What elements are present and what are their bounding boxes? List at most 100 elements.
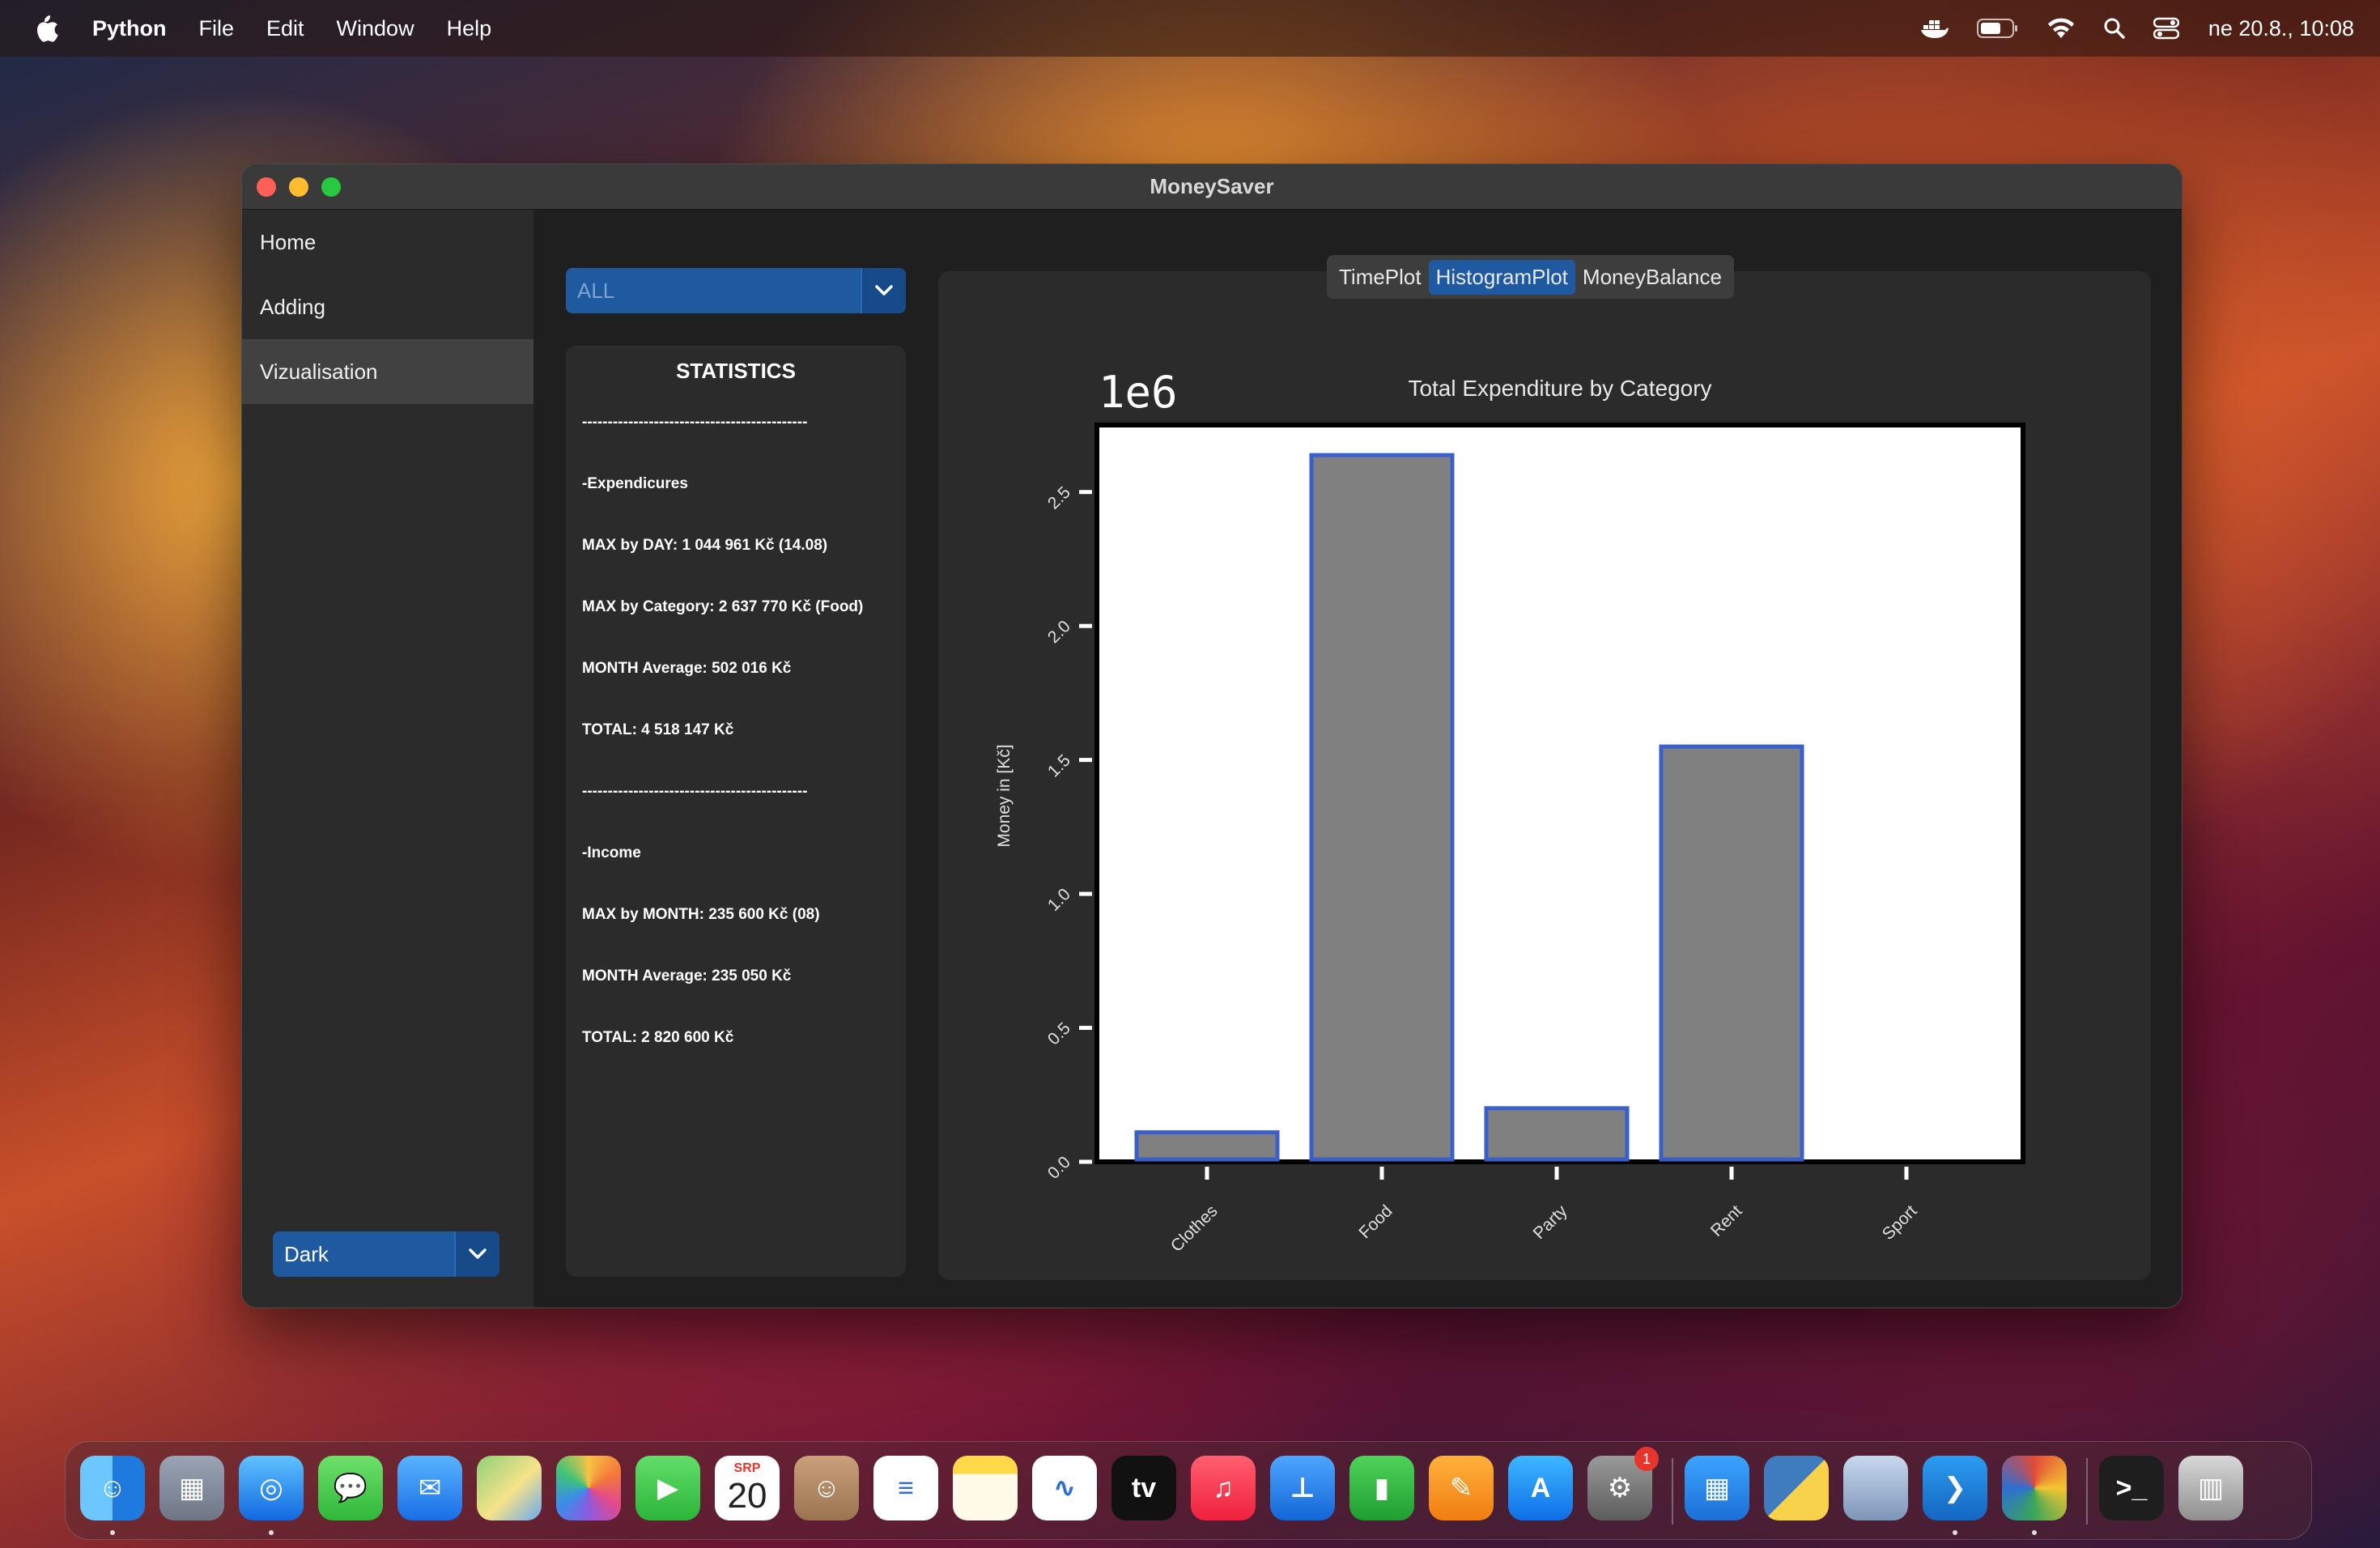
menu-window[interactable]: Window: [337, 16, 414, 41]
minimize-window-button[interactable]: [289, 177, 308, 197]
statistics-max-by-month: MAX by MONTH: 235 600 Kč (08): [582, 906, 820, 923]
sidebar-item-adding[interactable]: Adding: [242, 274, 533, 339]
statistics-divider: ----------------------------------------…: [582, 414, 808, 431]
dock-separator: [1672, 1458, 1673, 1525]
docker-status-icon[interactable]: [1920, 17, 1949, 40]
mail-icon[interactable]: ✉: [397, 1456, 462, 1520]
bar-rent: [1659, 744, 1804, 1162]
y-tick-label: 0.5: [1044, 1019, 1074, 1048]
battery-icon[interactable]: [1976, 18, 2019, 39]
tv-icon[interactable]: tv: [1111, 1456, 1176, 1520]
x-tick-label: Food: [1355, 1201, 1396, 1242]
status-area: ne 20.8., 10:08: [1893, 0, 2354, 57]
vscode-icon[interactable]: ❯: [1923, 1456, 1987, 1520]
finder-glyph: ☺: [98, 1472, 127, 1503]
freeform-icon[interactable]: ∿: [1032, 1456, 1097, 1520]
menu-file[interactable]: File: [199, 16, 235, 41]
safari-glyph: ◎: [259, 1473, 283, 1503]
window-controls: [257, 177, 354, 197]
numbers-icon[interactable]: ▮: [1349, 1456, 1414, 1520]
menu-edit[interactable]: Edit: [266, 16, 304, 41]
wifi-icon[interactable]: [2046, 17, 2076, 40]
facetime-glyph: ▶: [657, 1473, 679, 1503]
messages-glyph: 💬: [333, 1473, 368, 1503]
finder-icon[interactable]: ☺: [80, 1456, 145, 1520]
docker-glyph: ▦: [1703, 1473, 1731, 1503]
y-tick-label: 2.0: [1044, 617, 1074, 647]
y-axis-label: Money in [Kč]: [995, 744, 1014, 847]
photos-icon[interactable]: [556, 1456, 621, 1520]
tab-moneybalance[interactable]: MoneyBalance: [1575, 260, 1729, 295]
theme-select[interactable]: Dark: [273, 1231, 499, 1277]
numbers-glyph: ▮: [1374, 1473, 1390, 1503]
messages-icon[interactable]: 💬: [318, 1456, 383, 1520]
notes-icon[interactable]: [953, 1456, 1018, 1520]
statistics-income-heading: -Income: [582, 844, 641, 861]
category-filter-select[interactable]: ALL: [566, 268, 906, 313]
reminders-glyph: ≡: [898, 1472, 914, 1503]
close-window-button[interactable]: [257, 177, 276, 197]
x-tick-label: Rent: [1707, 1201, 1746, 1240]
plot-panel: 1e6 Total Expenditure by Category Money …: [938, 255, 2151, 1280]
statistics-expense-total: TOTAL: 4 518 147 Kč: [582, 721, 734, 738]
trash-glyph: ▥: [2197, 1473, 2225, 1503]
statistics-max-by-day: MAX by DAY: 1 044 961 Kč (14.08): [582, 537, 828, 554]
y-tick-label: 0.0: [1044, 1153, 1074, 1183]
pinwheel-icon[interactable]: [2002, 1456, 2067, 1520]
moneysaver-window: MoneySaver Home Adding Vizualisation Dar…: [241, 164, 2182, 1308]
tab-histogramplot[interactable]: HistogramPlot: [1428, 259, 1575, 295]
chevron-down-icon[interactable]: [454, 1231, 499, 1277]
y-tick-label: 1.5: [1044, 751, 1074, 781]
music-icon[interactable]: ♫: [1191, 1456, 1256, 1520]
docker-icon[interactable]: ▦: [1685, 1456, 1749, 1520]
statistics-max-by-category: MAX by Category: 2 637 770 Kč (Food): [582, 598, 864, 615]
sidebar: Home Adding Vizualisation Dark: [242, 210, 533, 1308]
freeform-glyph: ∿: [1052, 1473, 1077, 1503]
facetime-icon[interactable]: ▶: [635, 1456, 700, 1520]
system-settings-glyph: ⚙: [1607, 1473, 1633, 1503]
terminal-icon[interactable]: >_: [2099, 1456, 2164, 1520]
tab-timeplot[interactable]: TimePlot: [1332, 260, 1429, 295]
preview-icon[interactable]: [1843, 1456, 1908, 1520]
keynote-glyph: ⊥: [1290, 1473, 1315, 1503]
contacts-icon[interactable]: ☺: [794, 1456, 859, 1520]
statistics-heading: STATISTICS: [676, 359, 796, 383]
apple-menu-icon[interactable]: [31, 12, 60, 45]
x-tick-label: Sport: [1879, 1201, 1921, 1244]
title-bar[interactable]: MoneySaver: [242, 164, 2182, 210]
plot-area: [1094, 423, 2025, 1164]
spotlight-search-icon[interactable]: [2103, 17, 2126, 40]
sidebar-item-label: Adding: [260, 294, 325, 319]
chart-title: Total Expenditure by Category: [1408, 376, 1711, 401]
safari-icon[interactable]: ◎: [239, 1456, 304, 1520]
sidebar-item-vizualisation[interactable]: Vizualisation: [242, 339, 533, 404]
statistics-divider: ----------------------------------------…: [582, 783, 808, 800]
app-store-icon[interactable]: A: [1508, 1456, 1573, 1520]
x-ticks: Clothes Food Party Rent Sport: [1167, 1167, 1921, 1256]
keynote-icon[interactable]: ⊥: [1270, 1456, 1335, 1520]
statistics-lines: ----------------------------------------…: [582, 414, 898, 1091]
notification-badge: 1: [1634, 1447, 1659, 1471]
contacts-glyph: ☺: [812, 1472, 841, 1503]
launchpad-icon[interactable]: ▦: [159, 1456, 224, 1520]
trash-icon[interactable]: ▥: [2178, 1456, 2243, 1520]
terminal-glyph: >_: [2115, 1472, 2148, 1503]
axis-offset-label: 1e6: [1099, 367, 1178, 418]
y-ticks: 0.0 0.5 1.0 1.5 2.0 2.5: [1044, 483, 1092, 1183]
calendar-day: 20: [727, 1476, 767, 1516]
sidebar-item-home[interactable]: Home: [242, 210, 533, 274]
control-center-icon[interactable]: [2153, 17, 2179, 40]
pages-icon[interactable]: ✎: [1429, 1456, 1494, 1520]
zoom-window-button[interactable]: [321, 177, 341, 197]
menu-app-name[interactable]: Python: [92, 16, 167, 41]
statistics-expense-month-average: MONTH Average: 502 016 Kč: [582, 660, 792, 677]
menu-help[interactable]: Help: [447, 16, 492, 41]
menu-clock[interactable]: ne 20.8., 10:08: [2208, 16, 2354, 41]
reminders-icon[interactable]: ≡: [873, 1456, 938, 1520]
chevron-down-icon[interactable]: [861, 268, 906, 313]
dock: ☺ ▦ ◎ 💬 ✉ ▶ SRP 20 ☺ ≡ ∿ tv ♫ ⊥ ▮ ✎ A ⚙ 1 ▦ ❯ >_ ▥: [65, 1441, 2312, 1540]
calendar-icon[interactable]: SRP 20: [715, 1456, 780, 1520]
running-indicator: [1953, 1530, 1957, 1535]
python-launcher-icon[interactable]: [1764, 1456, 1829, 1520]
maps-icon[interactable]: [477, 1456, 542, 1520]
